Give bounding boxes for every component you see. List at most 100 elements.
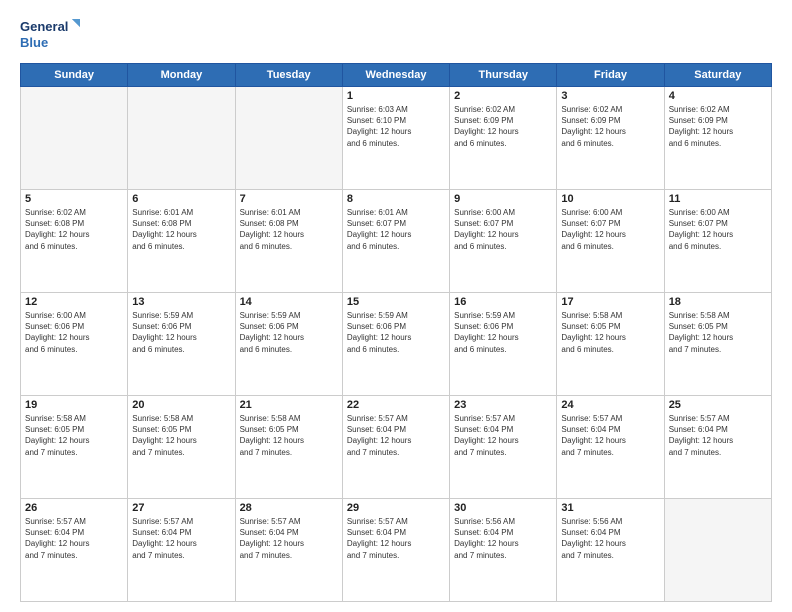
day-number: 28 (240, 502, 338, 514)
calendar-cell: 29Sunrise: 5:57 AM Sunset: 6:04 PM Dayli… (342, 499, 449, 602)
calendar-cell: 24 Sunrise: 5:57 AM Sunset: 6:04 PM Dayli… (557, 396, 664, 499)
logo-svg: General Blue (20, 15, 80, 53)
day-number: 22 (347, 399, 445, 411)
week-row-4: 26 Sunrise: 5:57 AM Sunset: 6:04 PM Dayli… (21, 499, 772, 602)
day-info: Sunrise: 5:58 AM Sunset: 6:05 PM Dayligh… (132, 413, 230, 458)
day-number: 7 (240, 193, 338, 205)
day-number: 6 (132, 193, 230, 205)
calendar-cell: 26 Sunrise: 5:57 AM Sunset: 6:04 PM Dayli… (21, 499, 128, 602)
day-info: Sunrise: 5:57 AM Sunset: 6:04 PM Dayligh… (25, 516, 123, 561)
calendar-cell: 30 Sunrise: 5:56 AM Sunset: 6:04 PM Dayli… (450, 499, 557, 602)
day-info: Sunrise: 5:57 AM Sunset: 6:04 PM Dayligh… (669, 413, 767, 458)
calendar-cell: 27 Sunrise: 5:57 AM Sunset: 6:04 PM Dayli… (128, 499, 235, 602)
day-number: 30 (454, 502, 552, 514)
day-info: Sunrise: 5:56 AM Sunset: 6:04 PM Dayligh… (454, 516, 552, 561)
calendar-cell: 5 Sunrise: 6:02 AM Sunset: 6:08 PM Daylig… (21, 190, 128, 293)
day-number: 27 (132, 502, 230, 514)
day-info: Sunrise: 5:58 AM Sunset: 6:05 PM Dayligh… (669, 310, 767, 355)
calendar-cell: 16Sunrise: 5:59 AM Sunset: 6:06 PM Dayli… (450, 293, 557, 396)
calendar-cell: 20 Sunrise: 5:58 AM Sunset: 6:05 PM Dayli… (128, 396, 235, 499)
day-number: 31 (561, 502, 659, 514)
day-number: 17 (561, 296, 659, 308)
day-info: Sunrise: 6:00 AM Sunset: 6:07 PM Dayligh… (454, 207, 552, 252)
calendar-cell: 10 Sunrise: 6:00 AM Sunset: 6:07 PM Dayli… (557, 190, 664, 293)
day-header-thursday: Thursday (450, 64, 557, 87)
calendar-cell: 19 Sunrise: 5:58 AM Sunset: 6:05 PM Dayli… (21, 396, 128, 499)
day-info: Sunrise: 6:00 AM Sunset: 6:06 PM Dayligh… (25, 310, 123, 355)
calendar-cell: 22 Sunrise: 5:57 AM Sunset: 6:04 PM Dayli… (342, 396, 449, 499)
day-number: 9 (454, 193, 552, 205)
header: General Blue (20, 15, 772, 53)
calendar-cell: 1 Sunrise: 6:03 AM Sunset: 6:10 PM Daylig… (342, 87, 449, 190)
week-row-0: 1 Sunrise: 6:03 AM Sunset: 6:10 PM Daylig… (21, 87, 772, 190)
day-number: 8 (347, 193, 445, 205)
day-info: Sunrise: 5:56 AM Sunset: 6:04 PM Dayligh… (561, 516, 659, 561)
calendar-cell: 11Sunrise: 6:00 AM Sunset: 6:07 PM Dayli… (664, 190, 771, 293)
calendar-table: SundayMondayTuesdayWednesdayThursdayFrid… (20, 63, 772, 602)
day-info: Sunrise: 5:57 AM Sunset: 6:04 PM Dayligh… (240, 516, 338, 561)
calendar-cell: 21 Sunrise: 5:58 AM Sunset: 6:05 PM Dayli… (235, 396, 342, 499)
day-number: 2 (454, 90, 552, 102)
week-row-2: 12Sunrise: 6:00 AM Sunset: 6:06 PM Dayli… (21, 293, 772, 396)
calendar-cell: 31 Sunrise: 5:56 AM Sunset: 6:04 PM Dayli… (557, 499, 664, 602)
day-info: Sunrise: 6:02 AM Sunset: 6:09 PM Dayligh… (454, 104, 552, 149)
calendar-cell: 3Sunrise: 6:02 AM Sunset: 6:09 PM Daylig… (557, 87, 664, 190)
day-info: Sunrise: 6:02 AM Sunset: 6:09 PM Dayligh… (561, 104, 659, 149)
day-number: 23 (454, 399, 552, 411)
day-info: Sunrise: 6:02 AM Sunset: 6:09 PM Dayligh… (669, 104, 767, 149)
day-info: Sunrise: 5:59 AM Sunset: 6:06 PM Dayligh… (454, 310, 552, 355)
day-number: 29 (347, 502, 445, 514)
day-header-tuesday: Tuesday (235, 64, 342, 87)
day-number: 18 (669, 296, 767, 308)
day-number: 21 (240, 399, 338, 411)
day-info: Sunrise: 5:57 AM Sunset: 6:04 PM Dayligh… (132, 516, 230, 561)
calendar-cell: 14Sunrise: 5:59 AM Sunset: 6:06 PM Dayli… (235, 293, 342, 396)
calendar-cell: 18 Sunrise: 5:58 AM Sunset: 6:05 PM Dayli… (664, 293, 771, 396)
day-number: 19 (25, 399, 123, 411)
day-info: Sunrise: 6:00 AM Sunset: 6:07 PM Dayligh… (561, 207, 659, 252)
day-number: 24 (561, 399, 659, 411)
day-info: Sunrise: 6:01 AM Sunset: 6:08 PM Dayligh… (240, 207, 338, 252)
day-info: Sunrise: 6:02 AM Sunset: 6:08 PM Dayligh… (25, 207, 123, 252)
day-info: Sunrise: 5:57 AM Sunset: 6:04 PM Dayligh… (561, 413, 659, 458)
day-number: 5 (25, 193, 123, 205)
calendar-cell: 13Sunrise: 5:59 AM Sunset: 6:06 PM Dayli… (128, 293, 235, 396)
day-info: Sunrise: 6:03 AM Sunset: 6:10 PM Dayligh… (347, 104, 445, 149)
day-info: Sunrise: 5:57 AM Sunset: 6:04 PM Dayligh… (347, 413, 445, 458)
day-info: Sunrise: 6:01 AM Sunset: 6:08 PM Dayligh… (132, 207, 230, 252)
day-number: 13 (132, 296, 230, 308)
day-info: Sunrise: 5:59 AM Sunset: 6:06 PM Dayligh… (347, 310, 445, 355)
day-header-monday: Monday (128, 64, 235, 87)
calendar-cell (21, 87, 128, 190)
calendar-cell (235, 87, 342, 190)
day-number: 20 (132, 399, 230, 411)
day-info: Sunrise: 5:58 AM Sunset: 6:05 PM Dayligh… (25, 413, 123, 458)
day-number: 26 (25, 502, 123, 514)
day-info: Sunrise: 6:01 AM Sunset: 6:07 PM Dayligh… (347, 207, 445, 252)
calendar-cell: 12Sunrise: 6:00 AM Sunset: 6:06 PM Dayli… (21, 293, 128, 396)
calendar-cell (664, 499, 771, 602)
days-header-row: SundayMondayTuesdayWednesdayThursdayFrid… (21, 64, 772, 87)
day-info: Sunrise: 6:00 AM Sunset: 6:07 PM Dayligh… (669, 207, 767, 252)
calendar-cell: 9 Sunrise: 6:00 AM Sunset: 6:07 PM Daylig… (450, 190, 557, 293)
week-row-1: 5 Sunrise: 6:02 AM Sunset: 6:08 PM Daylig… (21, 190, 772, 293)
day-info: Sunrise: 5:58 AM Sunset: 6:05 PM Dayligh… (240, 413, 338, 458)
day-header-friday: Friday (557, 64, 664, 87)
calendar-cell: 6 Sunrise: 6:01 AM Sunset: 6:08 PM Daylig… (128, 190, 235, 293)
calendar-cell: 28 Sunrise: 5:57 AM Sunset: 6:04 PM Dayli… (235, 499, 342, 602)
day-header-saturday: Saturday (664, 64, 771, 87)
calendar-cell: 7 Sunrise: 6:01 AM Sunset: 6:08 PM Daylig… (235, 190, 342, 293)
logo: General Blue (20, 15, 80, 53)
day-number: 10 (561, 193, 659, 205)
calendar-cell: 15Sunrise: 5:59 AM Sunset: 6:06 PM Dayli… (342, 293, 449, 396)
day-number: 1 (347, 90, 445, 102)
calendar-cell: 4Sunrise: 6:02 AM Sunset: 6:09 PM Daylig… (664, 87, 771, 190)
svg-text:Blue: Blue (20, 35, 48, 50)
calendar-cell: 25Sunrise: 5:57 AM Sunset: 6:04 PM Dayli… (664, 396, 771, 499)
day-info: Sunrise: 5:57 AM Sunset: 6:04 PM Dayligh… (454, 413, 552, 458)
calendar-cell (128, 87, 235, 190)
svg-text:General: General (20, 19, 68, 34)
day-number: 14 (240, 296, 338, 308)
day-header-sunday: Sunday (21, 64, 128, 87)
day-header-wednesday: Wednesday (342, 64, 449, 87)
